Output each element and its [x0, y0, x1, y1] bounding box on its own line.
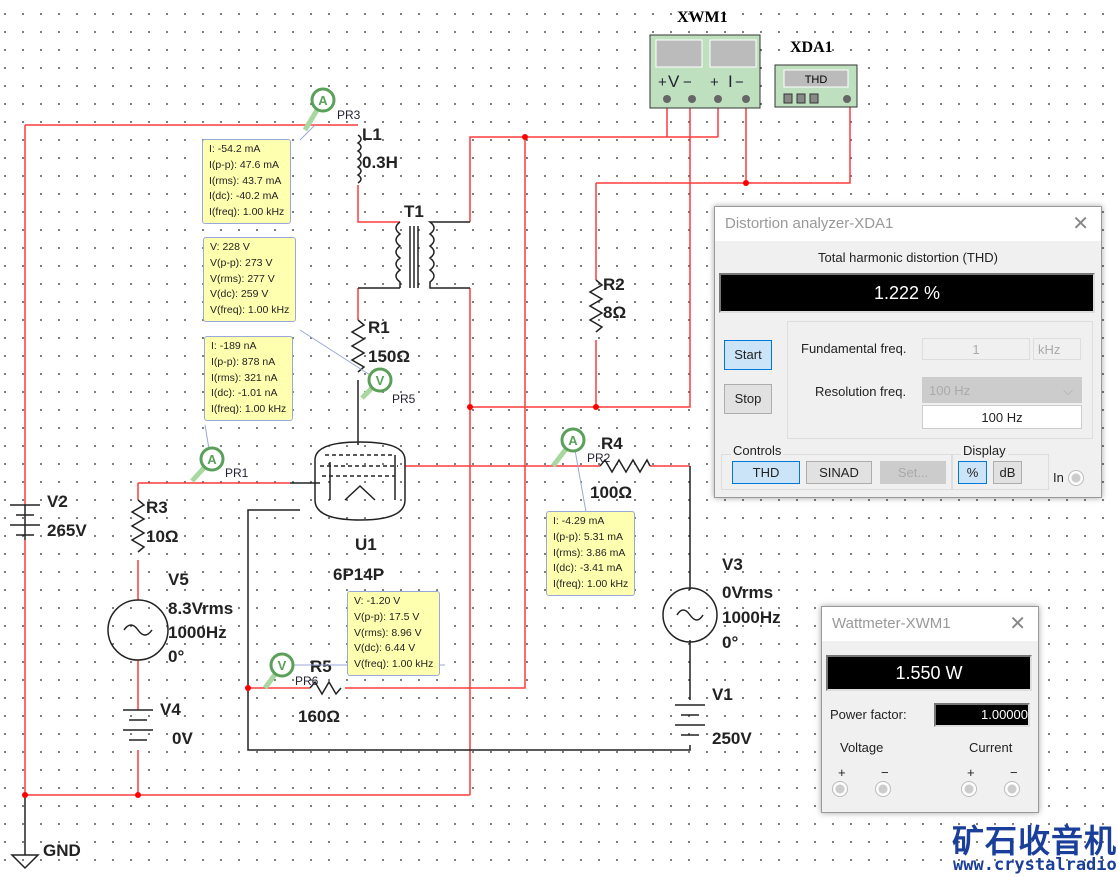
- probe-pr6-icon[interactable]: V: [262, 652, 295, 690]
- svg-text:0°: 0°: [168, 647, 184, 666]
- watermark-url: www.crystalradio.cn: [953, 855, 1118, 875]
- svg-text:0Vrms: 0Vrms: [722, 583, 773, 602]
- label-xda1: XDA1: [790, 39, 833, 56]
- value-r5: 160Ω: [298, 707, 340, 726]
- wattmeter-xwm1-symbol[interactable]: + − + − V I: [649, 34, 761, 109]
- probe-label-pr2: PR2: [587, 451, 611, 465]
- svg-text:THD: THD: [805, 74, 828, 86]
- value-r1: 150Ω: [368, 347, 410, 366]
- sinad-button[interactable]: SINAD: [806, 461, 872, 484]
- window-title-bar[interactable]: Wattmeter-XWM1 ✕: [822, 607, 1038, 641]
- probe-label-pr6: PR6: [295, 674, 319, 688]
- value-v2: 265V: [47, 521, 87, 540]
- battery-v2: [10, 504, 40, 540]
- current-plus-terminal[interactable]: [961, 781, 977, 797]
- value-r4: 100Ω: [590, 483, 632, 502]
- transformer-t1: [358, 221, 470, 289]
- resistor-r2: [588, 279, 604, 333]
- chevron-down-icon: ⌵: [1063, 383, 1073, 398]
- resistor-r3: [130, 499, 146, 553]
- svg-text:A: A: [568, 433, 578, 448]
- tube-u1: [314, 441, 406, 521]
- label-t1: T1: [404, 202, 424, 221]
- distortion-analyzer-window: Distortion analyzer-XDA1 ✕ Total harmonic…: [714, 206, 1102, 498]
- thd-heading: Total harmonic distortion (THD): [818, 250, 998, 265]
- svg-text:−: −: [735, 74, 744, 91]
- distortion-analyzer-xda1-symbol[interactable]: THD: [774, 64, 858, 108]
- input-terminal[interactable]: [1068, 470, 1084, 486]
- resolution-freq-select[interactable]: 100 Hz ⌵: [922, 377, 1082, 403]
- stop-button[interactable]: Stop: [724, 384, 772, 414]
- fundamental-unit[interactable]: kHz: [1033, 338, 1081, 360]
- value-r2: 8Ω: [603, 303, 626, 322]
- power-display: 1.550 W: [826, 655, 1032, 691]
- close-icon[interactable]: ✕: [1009, 607, 1026, 641]
- label-v1: V1: [712, 685, 733, 704]
- thd-display: 1.222 %: [719, 273, 1095, 313]
- power-factor-display: 1.00000: [934, 703, 1030, 727]
- current-minus-terminal[interactable]: [1004, 781, 1020, 797]
- label-l1: L1: [362, 125, 382, 144]
- probe-label-pr5: PR5: [392, 392, 416, 406]
- label-gnd: GND: [43, 841, 81, 860]
- battery-v1: [675, 704, 705, 736]
- window-title-bar[interactable]: Distortion analyzer-XDA1 ✕: [715, 207, 1101, 241]
- probe-readout-pr3: I: -54.2 mA I(p-p): 47.6 mA I(rms): 43.7 m…: [202, 139, 292, 224]
- voltage-minus-terminal[interactable]: [875, 781, 891, 797]
- label-u1: U1: [355, 535, 377, 554]
- svg-text:+: +: [710, 74, 719, 91]
- svg-text:8.3Vrms: 8.3Vrms: [168, 599, 233, 618]
- svg-text:0°: 0°: [722, 633, 738, 652]
- db-button[interactable]: dB: [993, 461, 1022, 484]
- svg-text:V: V: [376, 373, 385, 388]
- value-v1: 250V: [712, 729, 752, 748]
- svg-text:−: −: [683, 74, 692, 91]
- label-v4: V4: [160, 700, 181, 719]
- value-l1: 0.3H: [362, 153, 398, 172]
- probe-readout-pr5: V: 228 V V(p-p): 273 V V(rms): 277 V V(dc):…: [203, 237, 297, 322]
- probe-pr2-icon[interactable]: A: [551, 427, 586, 468]
- percent-button[interactable]: %: [958, 461, 987, 484]
- probe-readout-pr6: V: -1.20 V V(p-p): 17.5 V V(rms): 8.96 V V(…: [347, 591, 441, 676]
- label-r1: R1: [368, 318, 390, 337]
- probe-pr5-icon[interactable]: V: [360, 367, 393, 400]
- inductor-l1: [356, 134, 362, 184]
- svg-text:A: A: [207, 452, 217, 467]
- label-v3: V3: [722, 555, 743, 574]
- probe-label-pr1: PR1: [225, 466, 249, 480]
- start-button[interactable]: Start: [724, 340, 772, 370]
- svg-text:V: V: [278, 658, 287, 673]
- svg-text:1000Hz: 1000Hz: [722, 608, 781, 627]
- svg-text:A: A: [318, 93, 328, 108]
- probe-label-pr3: PR3: [337, 108, 361, 122]
- ground-symbol: [10, 854, 40, 870]
- value-r3: 10Ω: [146, 527, 179, 546]
- label-v5: V5: [168, 570, 189, 589]
- set-button[interactable]: Set...: [880, 461, 946, 484]
- svg-text:1000Hz: 1000Hz: [168, 623, 227, 642]
- probe-readout-pr2: I: -4.29 mA I(p-p): 5.31 mA I(rms): 3.86 m…: [546, 511, 636, 596]
- label-v2: V2: [47, 492, 68, 511]
- svg-text:V: V: [668, 72, 680, 91]
- close-icon[interactable]: ✕: [1072, 207, 1089, 241]
- fundamental-freq-input[interactable]: 1: [922, 338, 1030, 360]
- battery-v4: [123, 709, 153, 741]
- svg-text:+: +: [658, 74, 667, 91]
- probe-pr1-icon[interactable]: A: [190, 446, 225, 483]
- label-r3: R3: [146, 498, 168, 517]
- wattmeter-window: Wattmeter-XWM1 ✕ 1.550 W Power factor: 1.…: [821, 606, 1039, 813]
- value-v4: 0V: [172, 729, 193, 748]
- label-xwm1: XWM1: [677, 9, 728, 26]
- value-u1: 6P14P: [333, 565, 384, 584]
- thd-button[interactable]: THD: [732, 461, 800, 484]
- voltage-plus-terminal[interactable]: [832, 781, 848, 797]
- probe-readout-pr1: I: -189 nA I(p-p): 878 nA I(rms): 321 nA I(…: [204, 336, 294, 421]
- svg-text:I: I: [728, 72, 733, 91]
- probe-pr3-icon[interactable]: A: [302, 87, 336, 132]
- resolution-freq-value: 100 Hz: [922, 405, 1082, 429]
- label-r2: R2: [603, 275, 625, 294]
